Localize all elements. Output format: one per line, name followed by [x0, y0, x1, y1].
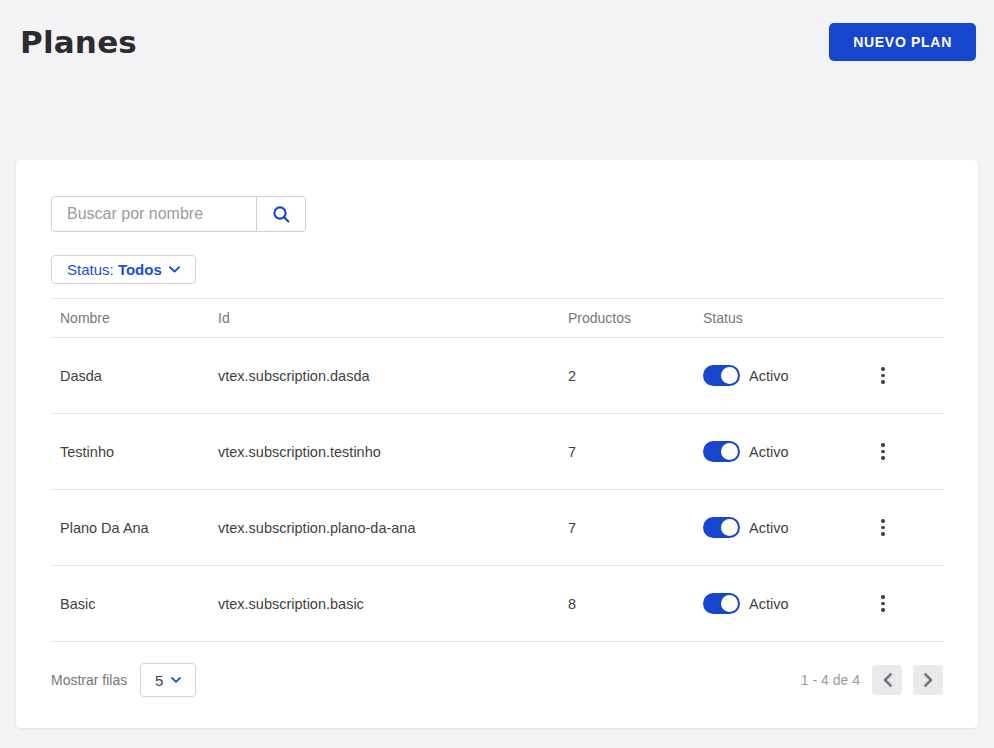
table-row: Basic vtex.subscription.basic 8 Activo — [51, 566, 943, 642]
new-plan-button[interactable]: NUEVO PLAN — [829, 23, 976, 61]
cell-id: vtex.subscription.basic — [209, 596, 559, 612]
table-row: Testinho vtex.subscription.testinho 7 Ac… — [51, 414, 943, 490]
table-row: Dasda vtex.subscription.dasda 2 Activo — [51, 338, 943, 414]
pagination: 1 - 4 de 4 — [801, 665, 943, 695]
filter-row: Status: Todos — [51, 255, 943, 284]
pagination-range: 1 - 4 de 4 — [801, 672, 860, 688]
plans-table: Nombre Id Productos Status Dasda vtex.su… — [51, 298, 943, 642]
cell-nombre: Plano Da Ana — [51, 520, 209, 536]
table-row: Plano Da Ana vtex.subscription.plano-da-… — [51, 490, 943, 566]
status-label: Activo — [749, 520, 789, 536]
cell-nombre: Testinho — [51, 444, 209, 460]
plans-card: Status: Todos Nombre Id Productos Status… — [16, 160, 978, 728]
row-menu-button[interactable] — [871, 513, 894, 541]
prev-page-button[interactable] — [872, 665, 902, 695]
row-menu-button[interactable] — [871, 361, 894, 389]
table-footer: Mostrar filas 5 1 - 4 de 4 — [51, 642, 943, 726]
chevron-right-icon — [924, 673, 933, 687]
toggle-knob — [721, 367, 738, 384]
status-filter[interactable]: Status: Todos — [51, 255, 196, 284]
cell-nombre: Basic — [51, 596, 209, 612]
column-header-id: Id — [209, 310, 559, 326]
chevron-left-icon — [883, 673, 892, 687]
kebab-icon — [881, 519, 884, 535]
toggle-knob — [721, 595, 738, 612]
search-button[interactable] — [256, 196, 306, 232]
cell-status: Activo — [694, 441, 823, 462]
status-label: Activo — [749, 444, 789, 460]
search-bar — [51, 196, 943, 232]
status-toggle[interactable] — [703, 593, 740, 614]
cell-status: Activo — [694, 593, 823, 614]
cell-productos: 7 — [559, 444, 694, 460]
toggle-knob — [721, 519, 738, 536]
chevron-down-icon — [171, 677, 181, 683]
cell-status: Activo — [694, 365, 823, 386]
cell-status: Activo — [694, 517, 823, 538]
search-icon — [272, 205, 291, 224]
cell-actions — [823, 589, 943, 617]
table-header: Nombre Id Productos Status — [51, 298, 943, 338]
cell-id: vtex.subscription.testinho — [209, 444, 559, 460]
chevron-down-icon — [169, 266, 180, 273]
rows-per-page-label: Mostrar filas — [51, 672, 127, 688]
rows-per-page-select[interactable]: 5 — [140, 663, 196, 697]
status-filter-label: Status: Todos — [67, 261, 162, 278]
cell-productos: 7 — [559, 520, 694, 536]
status-toggle[interactable] — [703, 365, 740, 386]
search-input[interactable] — [51, 196, 257, 232]
next-page-button[interactable] — [913, 665, 943, 695]
toggle-knob — [721, 443, 738, 460]
cell-id: vtex.subscription.dasda — [209, 368, 559, 384]
kebab-icon — [881, 367, 884, 383]
row-menu-button[interactable] — [871, 589, 894, 617]
row-menu-button[interactable] — [871, 437, 894, 465]
page-title: Planes — [20, 24, 137, 60]
kebab-icon — [881, 595, 884, 611]
status-toggle[interactable] — [703, 441, 740, 462]
cell-productos: 2 — [559, 368, 694, 384]
cell-actions — [823, 513, 943, 541]
kebab-icon — [881, 443, 884, 459]
status-label: Activo — [749, 368, 789, 384]
cell-nombre: Dasda — [51, 368, 209, 384]
cell-productos: 8 — [559, 596, 694, 612]
column-header-nombre: Nombre — [51, 310, 209, 326]
column-header-status: Status — [694, 310, 823, 326]
cell-actions — [823, 437, 943, 465]
cell-actions — [823, 361, 943, 389]
column-header-productos: Productos — [559, 310, 694, 326]
status-label: Activo — [749, 596, 789, 612]
page-header: Planes NUEVO PLAN — [0, 0, 994, 62]
cell-id: vtex.subscription.plano-da-ana — [209, 520, 559, 536]
status-toggle[interactable] — [703, 517, 740, 538]
rows-per-page-value: 5 — [155, 672, 163, 689]
rows-per-page: Mostrar filas 5 — [51, 663, 196, 697]
